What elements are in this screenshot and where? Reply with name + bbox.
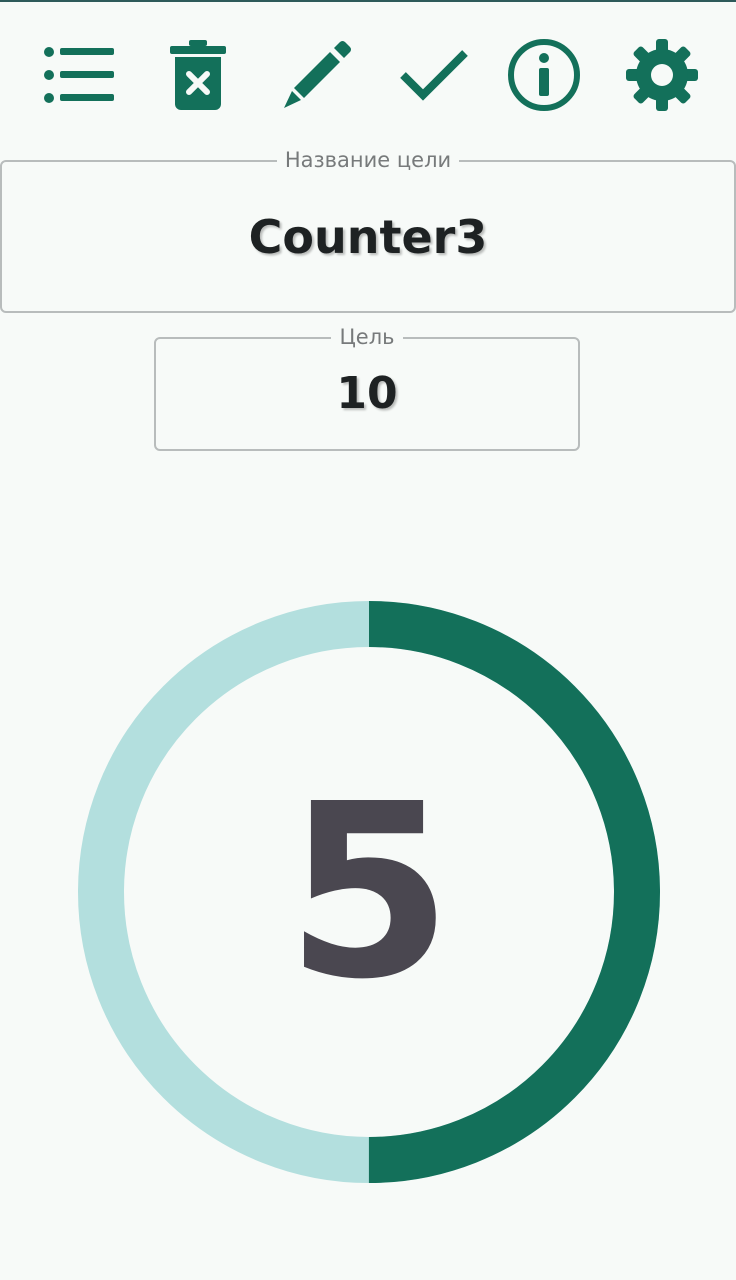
pencil-icon	[284, 41, 351, 108]
goal-name-label: Название цели	[276, 148, 460, 172]
delete-icon	[170, 40, 226, 110]
settings-button[interactable]	[617, 30, 707, 120]
progress-ring[interactable]: 5	[78, 601, 660, 1183]
goal-name-field[interactable]: Название цели Counter3	[0, 148, 736, 313]
counter-value[interactable]: 5	[78, 601, 660, 1183]
edit-button[interactable]	[272, 30, 362, 120]
goal-name-value: Counter3	[248, 210, 488, 264]
goal-target-value: 10	[336, 368, 398, 419]
delete-button[interactable]	[153, 30, 243, 120]
toolbar	[0, 30, 736, 120]
goal-target-label: Цель	[331, 325, 403, 349]
gear-icon	[626, 39, 698, 111]
goal-target-field[interactable]: Цель 10	[154, 325, 580, 451]
status-line	[0, 0, 736, 2]
info-icon	[508, 39, 580, 111]
info-button[interactable]	[499, 30, 589, 120]
done-button[interactable]	[389, 30, 479, 120]
list-button[interactable]	[34, 30, 124, 120]
list-icon	[44, 47, 114, 103]
check-icon	[400, 50, 468, 101]
